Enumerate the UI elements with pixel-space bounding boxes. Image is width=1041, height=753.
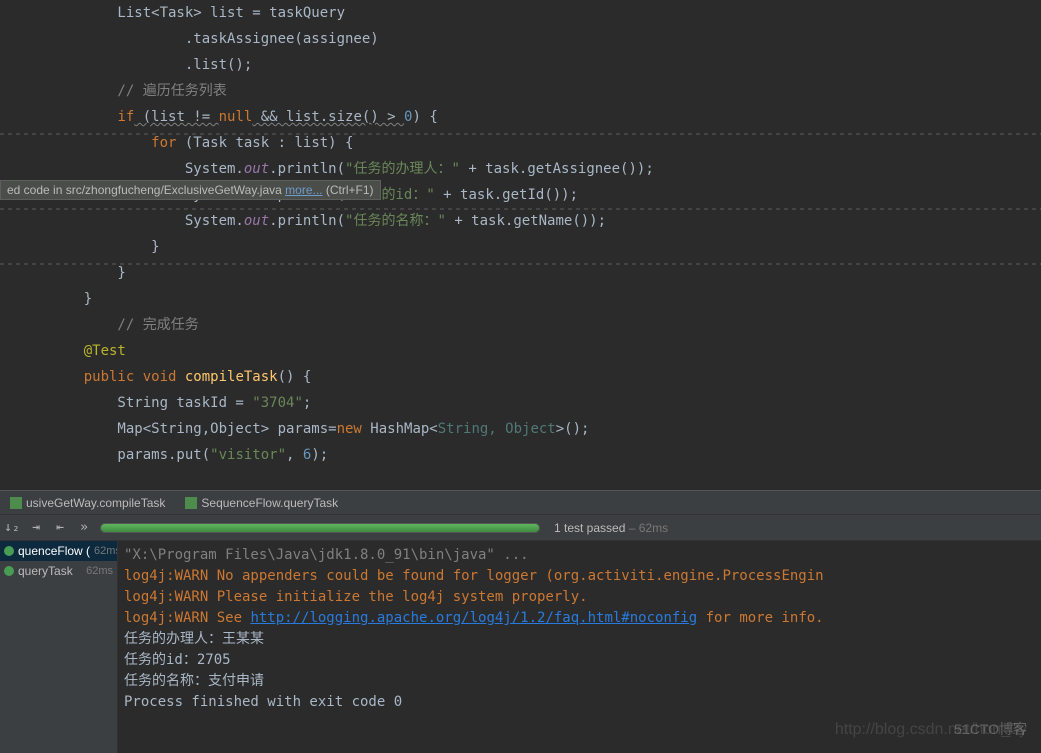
run-tab-querytask[interactable]: SequenceFlow.queryTask — [175, 493, 348, 513]
code-line: System.out.println("任务的办理人：" + task.getA… — [0, 156, 1041, 182]
code-line: params.put("visitor", 6); — [0, 442, 1041, 468]
code-line: public void compileTask() { — [0, 364, 1041, 390]
console-line: 任务的名称：支付申请 — [124, 671, 1035, 692]
code-line: } — [0, 286, 1041, 312]
inspection-tooltip: ed code in src/zhongfucheng/ExclusiveGet… — [0, 180, 381, 200]
test-config-icon — [10, 497, 22, 509]
code-line: System.out.println("任务的名称：" + task.getNa… — [0, 208, 1041, 234]
test-progress-bar — [100, 523, 540, 533]
code-line: .list(); — [0, 52, 1041, 78]
test-toolbar: ↓₂ ⇥ ⇤ » 1 test passed – 62ms — [0, 514, 1041, 540]
test-config-icon — [185, 497, 197, 509]
code-line: List<Task> list = taskQuery — [0, 0, 1041, 26]
more-icon[interactable]: » — [76, 520, 92, 536]
code-line: // 完成任务 — [0, 312, 1041, 338]
console-line: log4j:WARN No appenders could be found f… — [124, 566, 1035, 587]
code-line: } — [0, 234, 1041, 260]
console-line: 任务的办理人：王某某 — [124, 629, 1035, 650]
ok-icon — [4, 566, 14, 576]
code-line: @Test — [0, 338, 1041, 364]
ok-icon — [4, 546, 14, 556]
code-line: if (list != null && list.size() > 0) { — [0, 104, 1041, 130]
sort-icon[interactable]: ↓₂ — [4, 520, 20, 536]
code-warning-wavy — [0, 208, 1041, 210]
code-line: String taskId = "3704"; — [0, 390, 1041, 416]
console-link[interactable]: http://logging.apache.org/log4j/1.2/faq.… — [250, 610, 697, 626]
code-warning-wavy — [0, 133, 1041, 135]
tree-node-querytask[interactable]: queryTask62ms — [0, 561, 117, 581]
console-line: "X:\Program Files\Java\jdk1.8.0_91\bin\j… — [124, 545, 1035, 566]
code-line: Map<String,Object> params=new HashMap<St… — [0, 416, 1041, 442]
code-line: .taskAssignee(assignee) — [0, 26, 1041, 52]
console-line: log4j:WARN Please initialize the log4j s… — [124, 587, 1035, 608]
test-tree[interactable]: quenceFlow (62ms queryTask62ms — [0, 541, 118, 753]
code-line: // 遍历任务列表 — [0, 78, 1041, 104]
test-status-text: 1 test passed – 62ms — [548, 521, 668, 535]
run-tab-compiletask[interactable]: usiveGetWay.compileTask — [0, 493, 175, 513]
watermark-51cto: 51CTO博客 — [954, 719, 1027, 739]
console-line: 任务的id：2705 — [124, 650, 1035, 671]
run-panel-tabs: usiveGetWay.compileTask SequenceFlow.que… — [0, 490, 1041, 514]
expand-icon[interactable]: ⇤ — [52, 520, 68, 536]
code-warning-wavy — [0, 263, 1041, 265]
tooltip-more-link[interactable]: more... — [285, 183, 322, 197]
collapse-icon[interactable]: ⇥ — [28, 520, 44, 536]
console-line: Process finished with exit code 0 — [124, 692, 1035, 713]
console-line: log4j:WARN See http://logging.apache.org… — [124, 608, 1035, 629]
code-editor[interactable]: List<Task> list = taskQuery .taskAssigne… — [0, 0, 1041, 490]
tree-node-sequenceflow[interactable]: quenceFlow (62ms — [0, 541, 117, 561]
